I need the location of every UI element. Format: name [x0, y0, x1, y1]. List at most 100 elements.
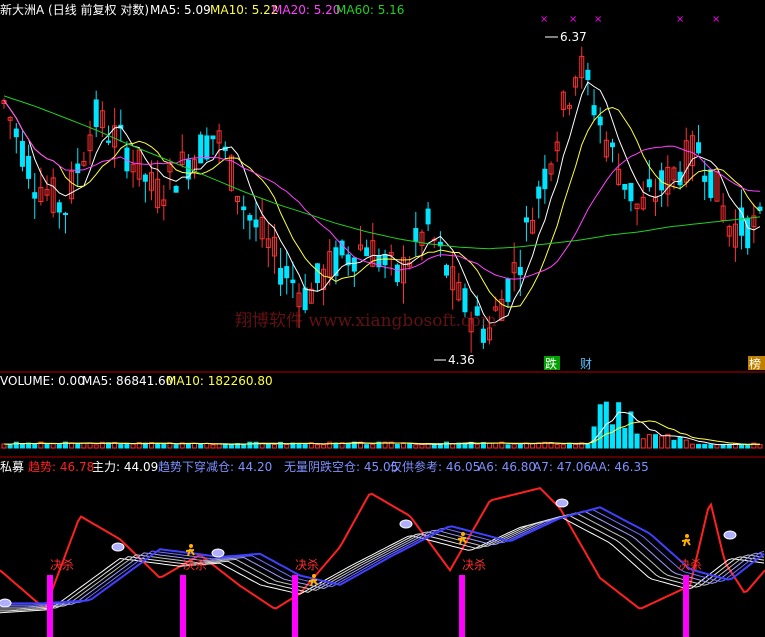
signal-marker: × — [676, 14, 684, 25]
volume-bar — [603, 401, 609, 449]
candle-body — [480, 328, 486, 343]
volume-bar — [585, 443, 591, 449]
ribbon-line — [0, 508, 765, 606]
kill-label-3: 决杀 — [295, 557, 319, 572]
candle-body — [696, 142, 702, 154]
candle-body — [585, 69, 591, 80]
candle-body — [56, 202, 62, 213]
candle-body — [290, 279, 296, 284]
candle-body — [413, 227, 419, 242]
indicator-aa: AA: 46.35 — [590, 460, 649, 474]
volume-bar — [702, 443, 708, 449]
ma5-value: MA5: 5.09 — [150, 3, 211, 17]
volume-bar — [720, 444, 726, 449]
volume-bar — [81, 442, 87, 449]
volume-bar — [689, 443, 695, 449]
low-price-label: 4.36 — [448, 353, 475, 367]
volume-bar — [302, 443, 308, 449]
candle-body — [382, 254, 388, 266]
candle-body — [364, 247, 370, 257]
volume-ma5: MA5: 86841.60 — [82, 374, 173, 388]
indicator-no-shadow: 无量阴跌空仓: 45.05 — [284, 459, 398, 474]
volume-bar — [185, 442, 191, 449]
volume-bar — [198, 443, 204, 449]
volume-bar — [677, 436, 683, 449]
candle-body — [26, 155, 32, 179]
indicator-panel — [0, 486, 765, 637]
kill-label-4: 决杀 — [462, 557, 486, 572]
runner-body — [681, 538, 691, 547]
candle-body — [198, 134, 204, 164]
ma20-value: MA20: 5.20 — [272, 3, 340, 17]
runner-head — [685, 534, 689, 538]
candle-body — [62, 213, 68, 216]
node-marker — [111, 542, 125, 552]
candle-body — [609, 142, 615, 148]
volume-bar — [511, 443, 517, 449]
kill-bar — [47, 575, 53, 637]
candle-body — [462, 288, 468, 313]
candle-body — [444, 265, 450, 276]
volume-bar — [192, 442, 198, 449]
volume-bar — [216, 443, 222, 449]
indicator-cross-down: 趋势下穿减仓: 44.20 — [158, 459, 272, 474]
volume-bar — [247, 441, 253, 449]
kill-bar — [683, 575, 689, 637]
ma60-line — [3, 95, 761, 250]
volume-bar — [634, 433, 640, 449]
candle-body — [284, 266, 290, 279]
ma10-line — [3, 100, 761, 308]
volume-bar — [327, 441, 333, 449]
ma5-line — [3, 81, 761, 324]
volume-bar — [241, 443, 247, 449]
volume-bar — [321, 444, 327, 449]
candle-body — [204, 135, 210, 160]
candle-body — [591, 105, 597, 116]
candle-body — [351, 257, 357, 272]
candle-body — [314, 263, 320, 283]
candle-body — [247, 215, 253, 221]
volume-label: VOLUME: 0.00 — [0, 374, 85, 388]
node-marker — [723, 530, 737, 540]
volume-bar — [431, 444, 437, 449]
volume-bar — [745, 444, 751, 449]
node-marker — [399, 519, 413, 529]
candle-body — [32, 192, 38, 199]
tag-cai: 财 — [580, 357, 592, 371]
runner-head — [189, 544, 193, 548]
kill-label-5: 决杀 — [678, 557, 702, 572]
indicator-a6: A6: 46.80 — [478, 460, 536, 474]
chart-stage: × × × × × 翔博软件 www.xiangbosoft.com 新大洲A (日线 … — [0, 0, 765, 637]
volume-bar — [622, 427, 628, 449]
volume-bar — [659, 435, 665, 449]
node-marker — [0, 598, 12, 608]
volume-bar — [419, 443, 425, 449]
candle-body — [536, 186, 542, 199]
candle-body — [523, 217, 529, 223]
signal-marker: × — [594, 14, 602, 25]
volume-bar — [591, 426, 597, 449]
runner-head — [312, 574, 316, 578]
candle-body — [597, 116, 603, 126]
volume-ma10: MA10: 182260.80 — [166, 374, 273, 388]
candle-body — [19, 141, 25, 167]
stock-chart: × × × × × 翔博软件 www.xiangbosoft.com 新大洲A (日线 … — [0, 2, 765, 637]
candle-body — [93, 99, 99, 128]
volume-bar — [517, 443, 523, 449]
volume-bar — [44, 443, 50, 449]
ribbon-line — [0, 506, 765, 605]
ma10-value: MA10: 5.22 — [210, 3, 278, 17]
volume-bar — [222, 443, 228, 449]
volume-bar — [210, 444, 216, 449]
volume-bar — [93, 444, 99, 449]
volume-bar — [757, 444, 763, 449]
volume-bar — [505, 444, 511, 449]
watermark: 翔博软件 www.xiangbosoft.com — [235, 311, 497, 331]
volume-bar — [609, 424, 615, 449]
candle-body — [425, 208, 431, 225]
volume-bar — [554, 444, 560, 449]
volume-bar — [696, 443, 702, 449]
volume-bar — [560, 444, 566, 449]
kill-bar — [180, 575, 186, 637]
price-panel: × × × × × — [1, 14, 763, 353]
